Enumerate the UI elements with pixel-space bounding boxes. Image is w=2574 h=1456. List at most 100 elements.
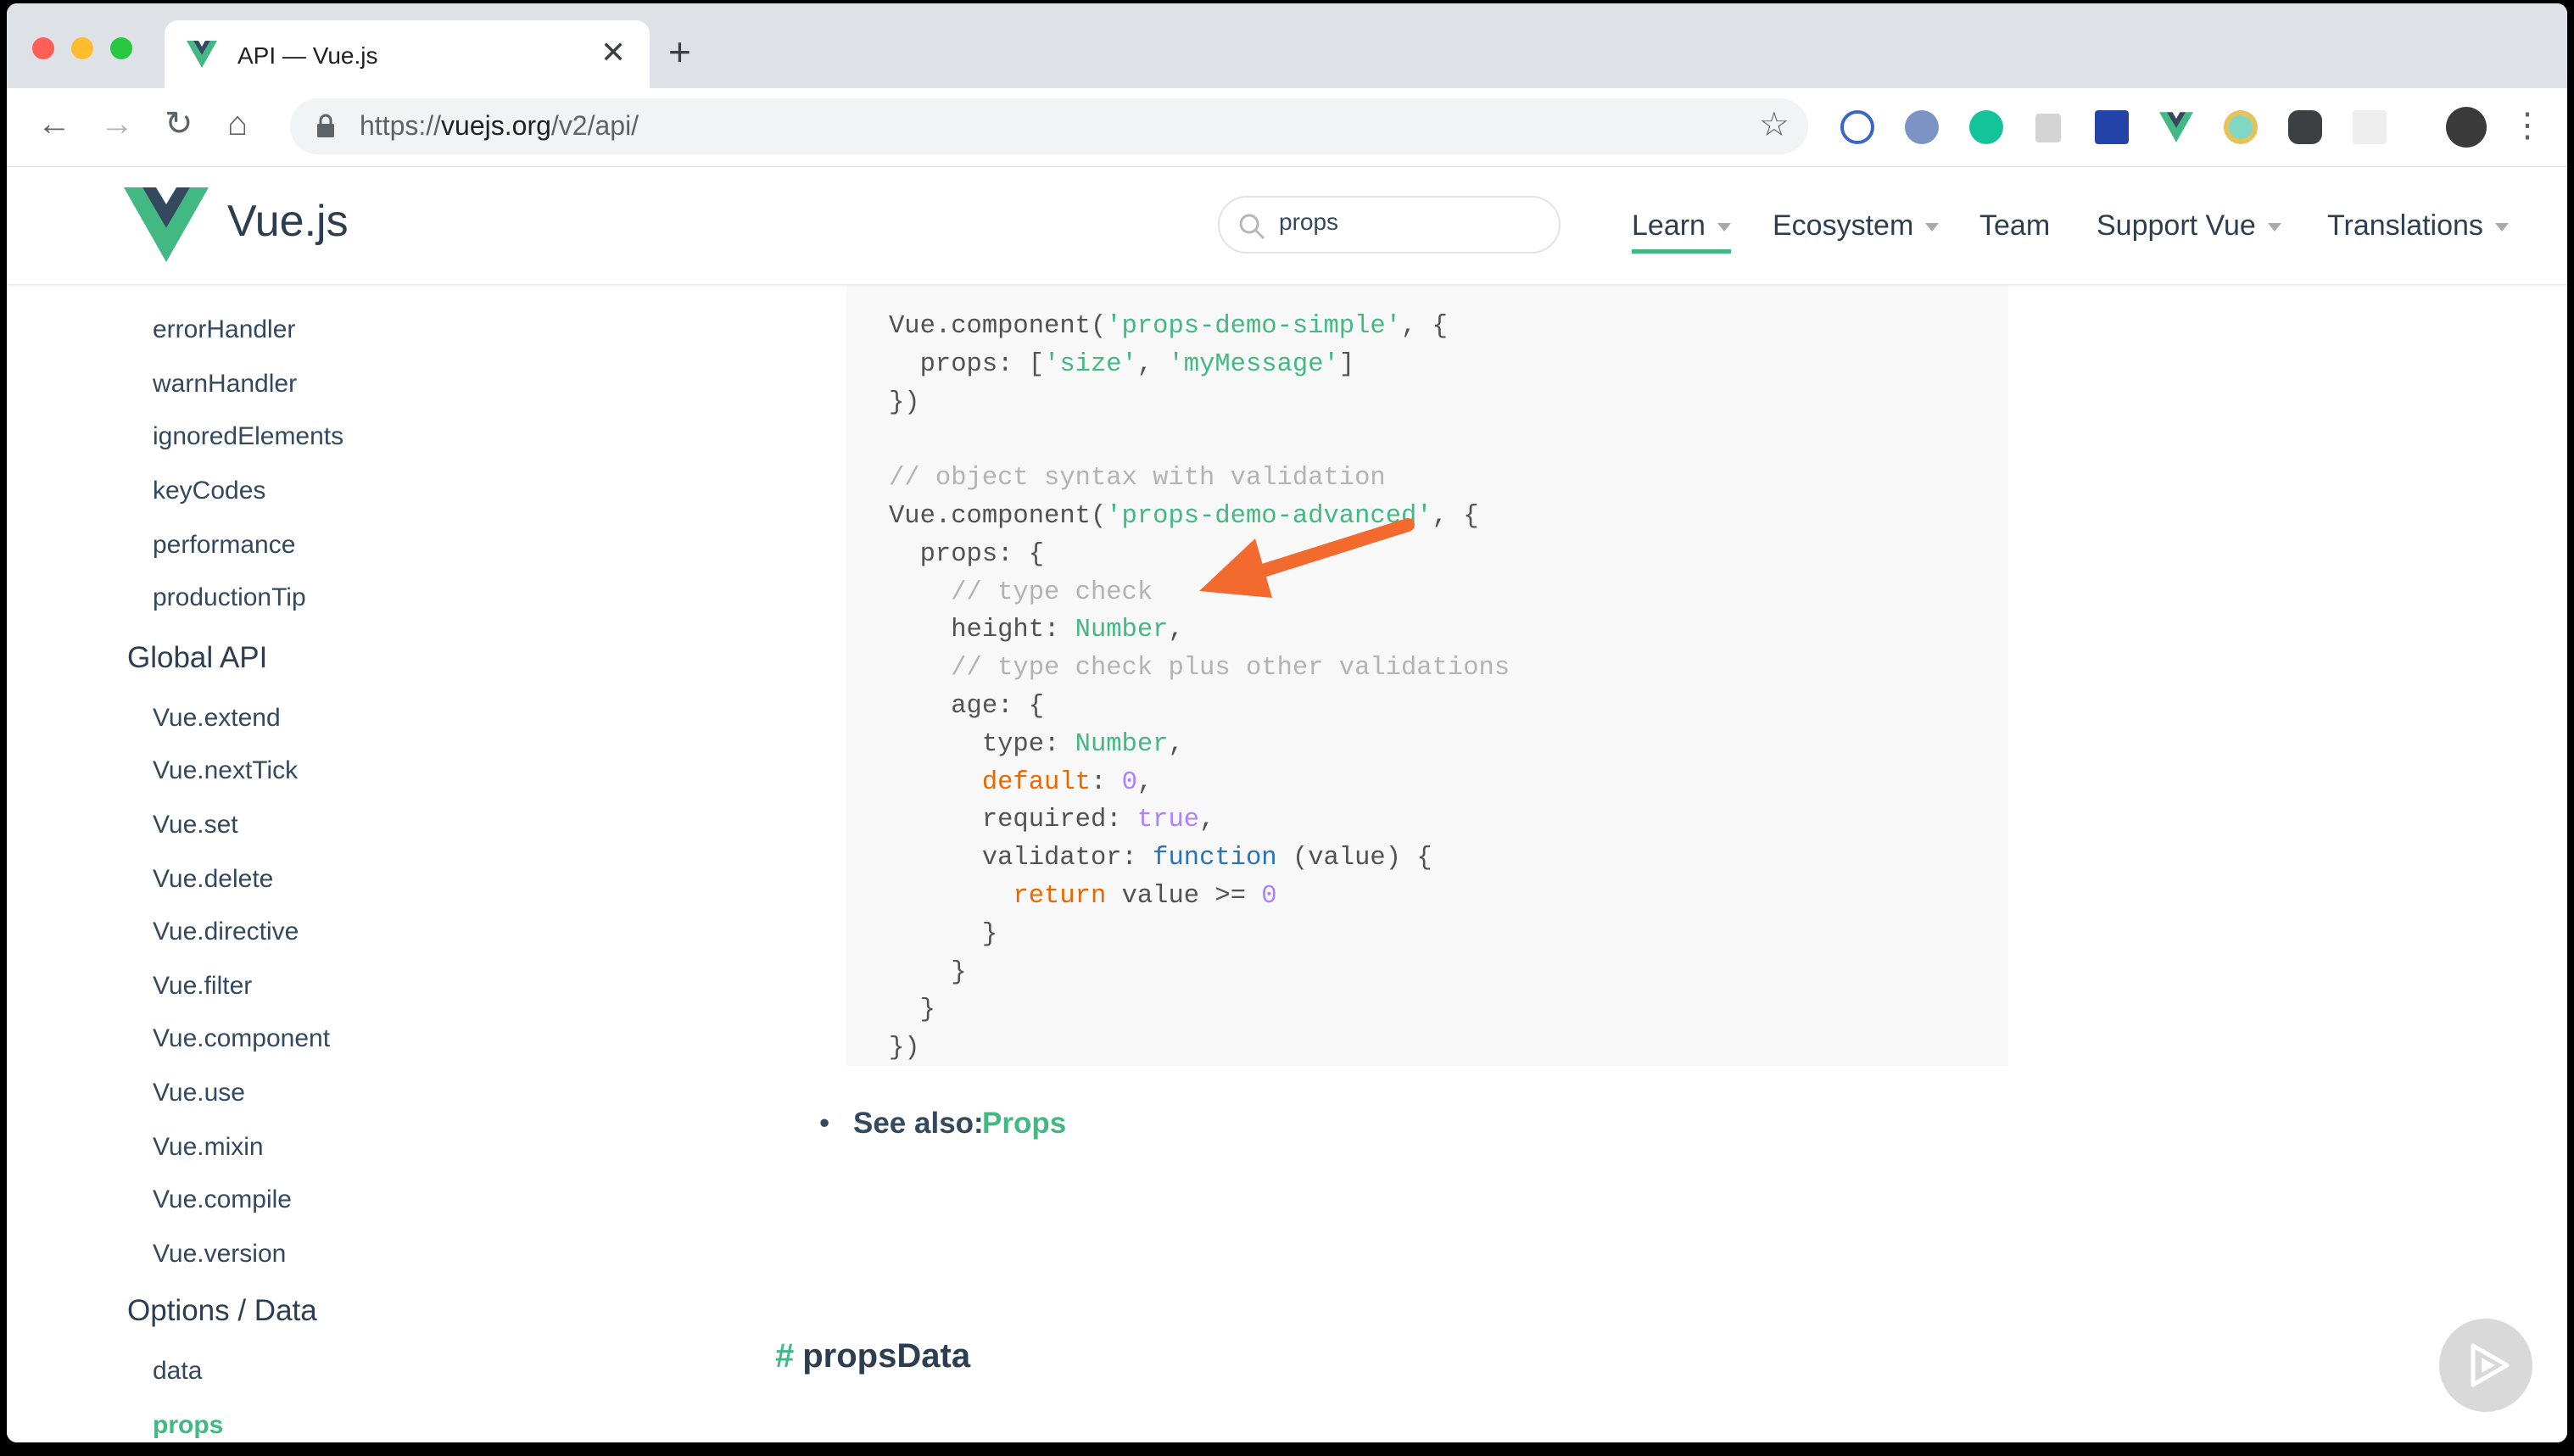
blank-extension-icon[interactable]: [2353, 110, 2387, 144]
minimize-window-button[interactable]: [71, 37, 93, 59]
code-line: }): [889, 1034, 920, 1063]
code-listing: Vue.component('props-demo-simple', { pro…: [889, 308, 1510, 1068]
bookmark-star-icon[interactable]: ☆: [1759, 105, 1790, 144]
code-line: required: true,: [889, 806, 1215, 835]
url-path: /v2/api/: [550, 110, 639, 141]
props-link[interactable]: Props: [982, 1107, 1066, 1141]
chevron-down-icon: [1925, 223, 1940, 232]
reload-icon[interactable]: ↻: [165, 103, 193, 144]
code-token: Number: [1075, 616, 1169, 645]
code-token: Number: [1075, 729, 1169, 759]
new-tab-button[interactable]: +: [668, 32, 691, 71]
nav-translations-label: Translations: [2327, 209, 2483, 242]
sidebar-item-props[interactable]: props: [153, 1411, 223, 1440]
sidebar-item-vue-set[interactable]: Vue.set: [153, 811, 238, 840]
nav-learn-label: Learn: [1632, 209, 1706, 242]
code-line: props: ['size', 'myMessage']: [889, 349, 1355, 379]
forward-icon[interactable]: →: [100, 103, 134, 144]
search-input[interactable]: [1277, 208, 1535, 237]
sidebar-item-vue-component[interactable]: Vue.component: [153, 1024, 330, 1053]
sidebar-item-ignoredelements[interactable]: ignoredElements: [153, 422, 343, 451]
sidebar-item-performance[interactable]: performance: [153, 531, 295, 560]
nav-translations[interactable]: Translations: [2327, 209, 2509, 243]
tab-api-vuejs[interactable]: API — Vue.js ✕: [165, 20, 650, 90]
sidebar-item-data[interactable]: data: [153, 1357, 202, 1386]
code-line: height: Number,: [889, 616, 1184, 644]
play-overlay-button[interactable]: [2439, 1319, 2532, 1412]
back-icon[interactable]: ←: [37, 103, 71, 144]
lock-icon: [317, 114, 334, 137]
sidebar-item-vue-delete[interactable]: Vue.delete: [153, 865, 273, 894]
password-manager-extension-icon[interactable]: [1840, 110, 1874, 144]
sidebar-item-productiontip[interactable]: productionTip: [153, 583, 306, 612]
nav-support-vue-label: Support Vue: [2097, 209, 2256, 242]
code-token: ]: [1338, 349, 1355, 379]
code-line: props: {: [889, 540, 1044, 569]
sidebar-item-errorhandler[interactable]: errorHandler: [153, 315, 295, 344]
code-block: Vue.component('props-demo-simple', { pro…: [846, 252, 2008, 1066]
code-token: 0: [1261, 881, 1277, 911]
code-token: age: {: [889, 691, 1045, 721]
code-token: value >=: [1106, 881, 1262, 911]
tree-extension-icon[interactable]: [2035, 114, 2061, 142]
code-line: // object syntax with validation: [889, 464, 1386, 493]
grammar-extension-icon[interactable]: [1969, 110, 2003, 144]
tab-strip: API — Vue.js ✕ +: [7, 3, 2567, 90]
code-line: validator: function (value) {: [889, 844, 1432, 873]
maximize-window-button[interactable]: [110, 37, 132, 59]
brand-name[interactable]: Vue.js: [227, 196, 349, 247]
code-token: }): [889, 1034, 920, 1063]
code-token: true: [1136, 806, 1200, 835]
sidebar-item-vue-mixin[interactable]: Vue.mixin: [153, 1133, 264, 1162]
code-line: type: Number,: [889, 730, 1184, 759]
nav-team[interactable]: Team: [1979, 209, 2050, 243]
annotation-arrow: [1199, 518, 1415, 598]
close-window-button[interactable]: [32, 37, 54, 59]
sidebar-item-vue-directive[interactable]: Vue.directive: [153, 918, 299, 946]
code-line: age: {: [889, 692, 1044, 721]
sidebar-item-vue-filter[interactable]: Vue.filter: [153, 972, 252, 1001]
nav-learn[interactable]: Learn: [1632, 209, 1731, 254]
sidebar-item-vue-extend[interactable]: Vue.extend: [153, 704, 281, 733]
code-token: 'props-demo-simple': [1106, 312, 1402, 341]
nav-support-vue[interactable]: Support Vue: [2097, 209, 2281, 243]
sidebar-item-vue-use[interactable]: Vue.use: [153, 1079, 245, 1107]
sidebar-heading-global-api[interactable]: Global API: [127, 641, 267, 675]
code-token: ,: [1136, 767, 1153, 797]
home-icon[interactable]: ⌂: [227, 103, 248, 144]
vue-devtools-extension-icon[interactable]: [2159, 110, 2193, 144]
sidebar-item-vue-nexttick[interactable]: Vue.nextTick: [153, 756, 298, 785]
code-token: return: [1013, 881, 1107, 911]
sidebar-item-warnhandler[interactable]: warnHandler: [153, 370, 297, 399]
sidebar-item-vue-version[interactable]: Vue.version: [153, 1240, 286, 1269]
address-bar[interactable]: https://vuejs.org/v2/api/ ☆: [290, 98, 1808, 154]
sidebar-item-vue-compile[interactable]: Vue.compile: [153, 1185, 292, 1214]
color-picker-extension-icon[interactable]: [2224, 110, 2258, 144]
nav-ecosystem[interactable]: Ecosystem: [1773, 209, 1940, 243]
code-token: , {: [1401, 312, 1448, 341]
sidebar-heading-options-data[interactable]: Options / Data: [127, 1294, 317, 1328]
code-token: type:: [889, 729, 1075, 759]
bookmark-extension-icon[interactable]: [2095, 110, 2129, 144]
feather-extension-icon[interactable]: [1905, 110, 1939, 144]
browser-window: API — Vue.js ✕ + ← → ↻ ⌂ https://vuejs.o…: [7, 3, 2567, 1442]
code-line: return value >= 0: [889, 881, 1277, 911]
code-token: 'myMessage': [1168, 349, 1339, 379]
sidebar-item-keycodes[interactable]: keyCodes: [153, 477, 265, 505]
heading-anchor-link[interactable]: #: [775, 1337, 794, 1375]
close-tab-icon[interactable]: ✕: [600, 36, 626, 70]
code-token: // object syntax with validation: [889, 464, 1386, 494]
search-icon: [1239, 214, 1265, 240]
search-box[interactable]: [1218, 196, 1561, 254]
code-token: 0: [1121, 767, 1137, 797]
profile-avatar[interactable]: [2446, 107, 2487, 148]
code-token: }: [889, 957, 967, 987]
code-token: // type check: [889, 577, 1153, 607]
browser-menu-icon[interactable]: ⋮: [2510, 105, 2544, 146]
browser-toolbar: ← → ↻ ⌂ https://vuejs.org/v2/api/ ☆ ⋮: [7, 88, 2567, 167]
puzzle-extension-icon[interactable]: [2288, 110, 2322, 144]
code-token: Vue.component(: [889, 312, 1107, 341]
code-token: ,: [1168, 729, 1184, 759]
play-icon: [2471, 1343, 2510, 1387]
vue-logo-icon[interactable]: [124, 187, 209, 262]
